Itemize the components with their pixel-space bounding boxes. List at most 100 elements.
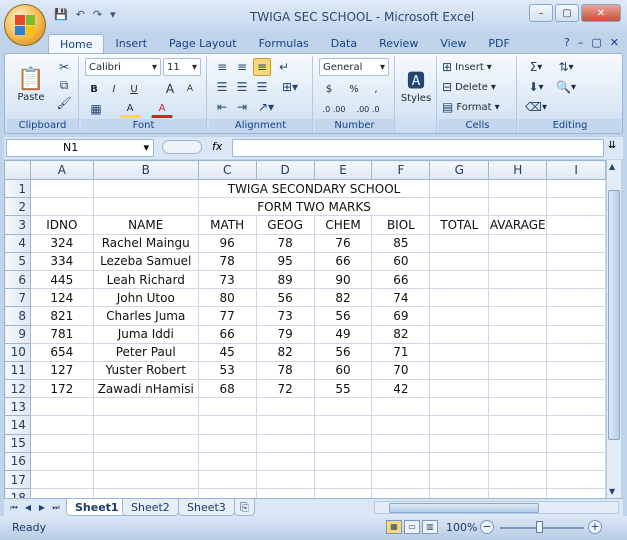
cell-i10[interactable] [546, 342, 606, 362]
cell-h4[interactable] [488, 233, 548, 253]
font-name-select[interactable]: Calibri ▾ [85, 58, 161, 76]
cell-g13[interactable] [429, 397, 490, 417]
column-header-b[interactable]: B [92, 160, 199, 180]
decrease-decimal-button[interactable]: .00 .0 [353, 100, 383, 118]
row-header[interactable]: 1 [4, 178, 31, 199]
cell-c11[interactable]: 53 [197, 360, 257, 381]
cell-d18[interactable] [255, 488, 315, 498]
cell-i12[interactable] [546, 379, 606, 399]
cell-b13[interactable] [92, 397, 199, 417]
cell-c8[interactable]: 77 [197, 306, 257, 326]
borders-icon[interactable]: ▦ [85, 100, 107, 118]
insert-cells-button[interactable]: ⊞ Insert ▾ [441, 58, 511, 76]
cell-b1[interactable] [92, 178, 199, 199]
tab-insert[interactable]: Insert [104, 34, 158, 54]
shrink-font-button[interactable]: A [181, 80, 199, 98]
copy-icon[interactable]: ⧉ [55, 76, 73, 94]
cell-i7[interactable] [546, 288, 606, 308]
cell-d7[interactable]: 56 [255, 288, 315, 308]
page-layout-view-icon[interactable]: ▭ [404, 520, 420, 534]
cell-i1[interactable] [546, 178, 606, 199]
font-size-select[interactable]: 11 ▾ [163, 58, 201, 76]
cell-a17[interactable] [29, 469, 94, 490]
cell-f13[interactable] [371, 397, 431, 417]
cell-a15[interactable] [29, 433, 94, 453]
cell-f14[interactable] [371, 415, 431, 435]
horizontal-scrollbar[interactable] [374, 501, 619, 514]
cell-c16[interactable] [197, 451, 257, 472]
cell-g11[interactable] [429, 360, 490, 381]
cell-b18[interactable] [92, 488, 199, 498]
decrease-indent-icon[interactable]: ⇤ [213, 98, 231, 116]
cell-c1[interactable]: TWIGA SECONDARY SCHOOL [197, 178, 431, 199]
sort-filter-icon[interactable]: ⇅ ▾ [553, 58, 579, 76]
cell-h11[interactable] [488, 360, 548, 381]
align-top-icon[interactable]: ≡ [213, 58, 231, 76]
cell-c6[interactable]: 73 [197, 269, 257, 290]
column-header-a[interactable]: A [29, 160, 94, 180]
cell-b17[interactable] [92, 469, 199, 490]
cell-g8[interactable] [429, 306, 490, 326]
zoom-level[interactable]: 100% [446, 521, 477, 534]
cell-i15[interactable] [546, 433, 606, 453]
cell-b16[interactable] [92, 451, 199, 472]
cell-i18[interactable] [546, 488, 606, 498]
row-header[interactable]: 3 [4, 215, 31, 235]
row-header[interactable]: 7 [4, 288, 31, 308]
cell-a18[interactable] [29, 488, 94, 498]
undo-icon[interactable]: ↶ [76, 8, 85, 21]
row-header[interactable]: 4 [4, 233, 31, 253]
delete-cells-button[interactable]: ⊟ Delete ▾ [441, 78, 511, 96]
cell-g12[interactable] [429, 379, 490, 399]
cell-e5[interactable]: 66 [313, 251, 373, 271]
cell-c2[interactable]: FORM TWO MARKS [197, 197, 431, 217]
cell-e13[interactable] [313, 397, 373, 417]
cell-b12[interactable]: Zawadi nHamisi [92, 379, 199, 399]
cell-d16[interactable] [255, 451, 315, 472]
cell-i11[interactable] [546, 360, 606, 381]
cell-b8[interactable]: Charles Juma [92, 306, 199, 326]
cell-b3[interactable]: NAME [92, 215, 199, 235]
fill-icon[interactable]: ⬇ ▾ [523, 78, 549, 96]
orientation-icon[interactable]: ↗▾ [253, 98, 279, 116]
cell-c7[interactable]: 80 [197, 288, 257, 308]
cell-d11[interactable]: 78 [255, 360, 315, 381]
cell-h9[interactable] [488, 324, 548, 344]
row-header[interactable]: 13 [4, 397, 31, 417]
tab-data[interactable]: Data [320, 34, 368, 54]
cell-h17[interactable] [488, 469, 548, 490]
last-sheet-icon[interactable]: ⏭ [50, 500, 62, 515]
currency-button[interactable]: $ [319, 80, 339, 98]
cell-a10[interactable]: 654 [29, 342, 94, 362]
cell-a14[interactable] [29, 415, 94, 435]
wrap-text-icon[interactable]: ↵ [275, 58, 293, 76]
italic-button[interactable]: I [105, 80, 123, 98]
cell-d13[interactable] [255, 397, 315, 417]
cell-c4[interactable]: 96 [197, 233, 257, 253]
cell-i2[interactable] [546, 197, 606, 217]
row-header[interactable]: 18 [4, 488, 31, 498]
percent-button[interactable]: % [345, 80, 363, 98]
cell-g9[interactable] [429, 324, 490, 344]
clear-icon[interactable]: ⌫ ▾ [523, 98, 549, 116]
row-header[interactable]: 15 [4, 433, 31, 453]
cell-h5[interactable] [488, 251, 548, 271]
cell-e3[interactable]: CHEM [313, 215, 373, 235]
save-icon[interactable]: 💾 [54, 8, 68, 21]
cell-b5[interactable]: Lezeba Samuel [92, 251, 199, 271]
cell-g16[interactable] [429, 451, 490, 472]
cell-e18[interactable] [313, 488, 373, 498]
cell-i8[interactable] [546, 306, 606, 326]
cell-f4[interactable]: 85 [371, 233, 431, 253]
formula-input[interactable] [232, 139, 604, 157]
cell-d3[interactable]: GEOG [255, 215, 315, 235]
align-bottom-icon[interactable]: ≡ [253, 58, 271, 76]
cell-a5[interactable]: 334 [29, 251, 94, 271]
cut-icon[interactable]: ✂ [55, 58, 73, 76]
tab-pdf[interactable]: PDF [477, 34, 520, 54]
font-color-button[interactable]: A [151, 100, 173, 118]
cell-g7[interactable] [429, 288, 490, 308]
select-all-corner[interactable] [4, 160, 31, 180]
cell-b6[interactable]: Leah Richard [92, 269, 199, 290]
cell-d8[interactable]: 73 [255, 306, 315, 326]
